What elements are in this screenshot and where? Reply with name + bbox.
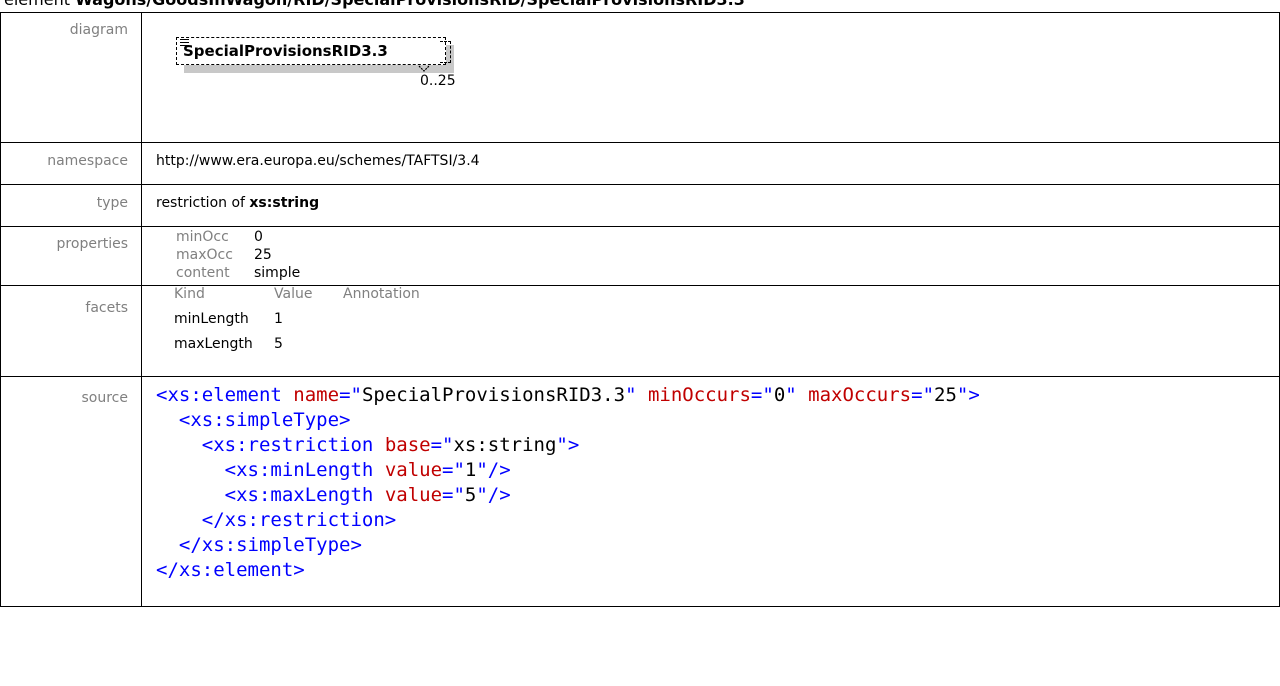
facet-annotation xyxy=(343,336,1279,352)
src-attr-name: name xyxy=(293,384,340,406)
bracket-decoration xyxy=(440,41,451,63)
element-box[interactable]: SpecialProvisionsRID3.3 xyxy=(176,37,451,65)
properties-label: properties xyxy=(0,226,142,286)
prop-value: 25 xyxy=(254,247,272,263)
src-val-minoccurs: 0 xyxy=(773,384,786,406)
prop-value: simple xyxy=(254,265,301,281)
src-attr-minoccurs: minOccurs xyxy=(647,384,751,406)
src-val-base: xs:string xyxy=(453,434,557,456)
prop-key: minOcc xyxy=(176,229,229,245)
facets-header-kind: Kind xyxy=(174,286,205,302)
type-base: xs:string xyxy=(249,195,320,211)
diagram-cell: SpecialProvisionsRID3.3 0..25 xyxy=(141,12,1280,143)
facet-kind: minLength xyxy=(174,311,249,327)
prop-key: maxOcc xyxy=(176,247,233,263)
properties-cell: minOcc 0 maxOcc 25 content simple xyxy=(141,226,1280,286)
heading-path: Wagons/GoodsInWagon/RID/SpecialProvision… xyxy=(75,0,745,9)
chevron-down-icon xyxy=(418,65,430,72)
namespace-label: namespace xyxy=(0,142,142,185)
heading-prefix: element xyxy=(4,0,70,9)
source-cell: <xs:element name="SpecialProvisionsRID3.… xyxy=(141,376,1280,607)
src-val-maxoccurs: 25 xyxy=(934,384,957,406)
facets-header-value: Value xyxy=(274,286,313,302)
src-attr-base: base xyxy=(384,434,431,456)
facets-label: facets xyxy=(0,285,142,377)
page-heading: element Wagons/GoodsInWagon/RID/SpecialP… xyxy=(4,0,745,9)
facet-value: 5 xyxy=(274,336,283,352)
element-diagram[interactable]: SpecialProvisionsRID3.3 0..25 xyxy=(156,13,1279,102)
occurrence-label: 0..25 xyxy=(420,73,456,89)
source-code: <xs:element name="SpecialProvisionsRID3.… xyxy=(156,384,980,581)
prop-key: content xyxy=(176,265,230,281)
facets-cell: Kind Value Annotation minLength 1 maxLen… xyxy=(141,285,1280,377)
element-name: SpecialProvisionsRID3.3 xyxy=(183,42,388,60)
type-prefix: restriction of xyxy=(156,195,245,211)
type-label: type xyxy=(0,184,142,227)
facets-grid: Kind Value Annotation minLength 1 maxLen… xyxy=(156,286,1279,352)
src-val-minlength: 1 xyxy=(464,459,477,481)
src-val-maxlength: 5 xyxy=(464,484,477,506)
src-attr-value: value xyxy=(384,459,443,481)
src-attr-maxoccurs: maxOccurs xyxy=(808,384,912,406)
diagram-label: diagram xyxy=(0,12,142,143)
facets-header-annotation: Annotation xyxy=(343,286,420,302)
src-attr-value: value xyxy=(384,484,443,506)
schema-doc-table: diagram SpecialProvisionsRID3.3 0..25 na… xyxy=(0,12,1280,607)
properties-grid: minOcc 0 maxOcc 25 content simple xyxy=(156,227,1279,281)
src-val-name: SpecialProvisionsRID3.3 xyxy=(361,384,626,406)
source-label: source xyxy=(0,376,142,607)
facet-kind: maxLength xyxy=(174,336,253,352)
facet-value: 1 xyxy=(274,311,283,327)
namespace-value: http://www.era.europa.eu/schemes/TAFTSI/… xyxy=(141,142,1280,185)
type-value: restriction of xs:string xyxy=(141,184,1280,227)
prop-value: 0 xyxy=(254,229,263,245)
facet-annotation xyxy=(343,311,1279,327)
